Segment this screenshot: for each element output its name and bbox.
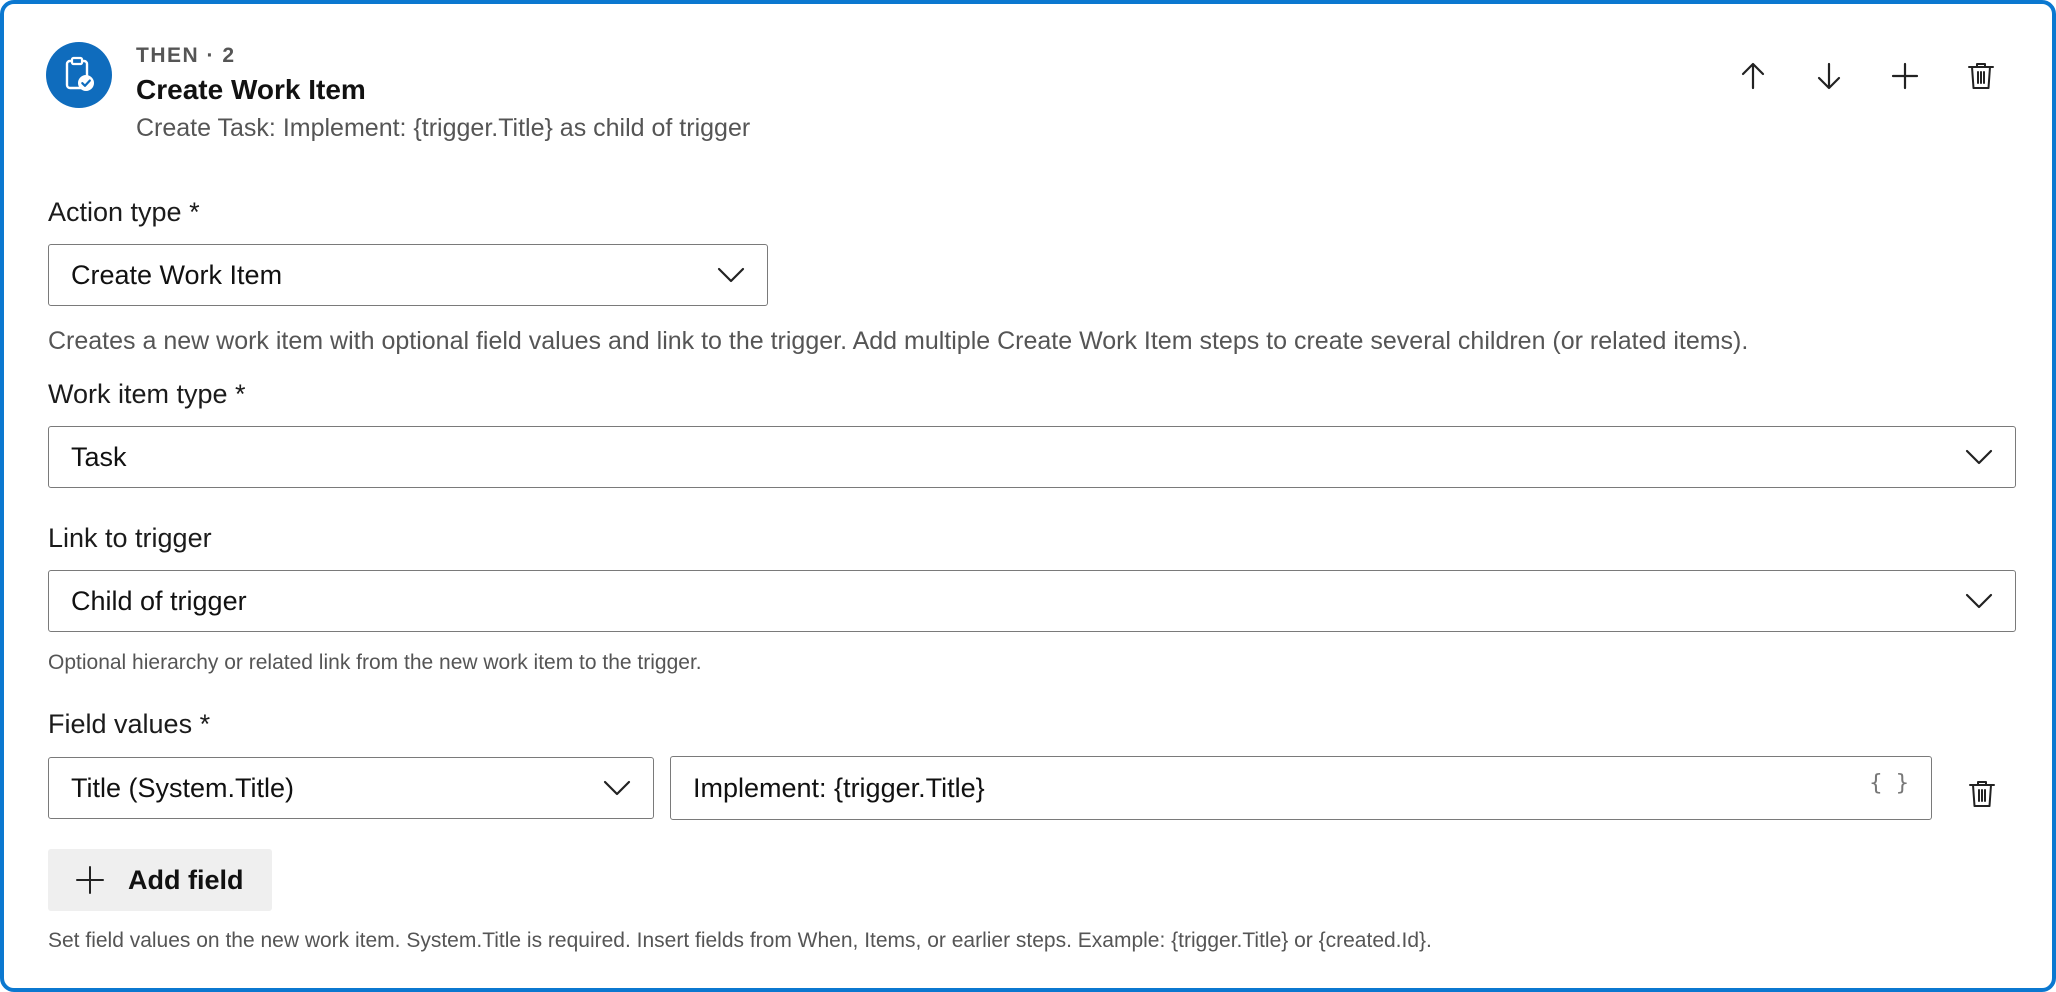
trash-icon: [1969, 781, 1995, 807]
field-values-help: Set field values on the new work item. S…: [48, 929, 1432, 952]
link-to-trigger-label: Link to trigger: [48, 523, 212, 553]
trash-icon: [1968, 63, 1994, 89]
field-value-input[interactable]: Implement: {trigger.Title} { }: [670, 756, 1932, 820]
work-item-type-select[interactable]: Task: [48, 426, 2016, 488]
action-type-help: Creates a new work item with optional fi…: [48, 327, 1749, 355]
add-field-button[interactable]: Add field: [48, 849, 272, 911]
action-type-select[interactable]: Create Work Item: [48, 244, 768, 306]
link-to-trigger-select[interactable]: Child of trigger: [48, 570, 2016, 632]
plus-icon: [1891, 62, 1919, 90]
step-label: THEN · 2: [136, 44, 236, 67]
link-to-trigger-help: Optional hierarchy or related link from …: [48, 651, 702, 674]
then-step-card: THEN · 2 Create Work Item Create Task: I…: [0, 0, 2056, 992]
add-step-button[interactable]: [1885, 56, 1925, 96]
plus-icon: [76, 866, 104, 894]
field-name-value: Title (System.Title): [71, 772, 295, 803]
insert-token-button[interactable]: { }: [1869, 771, 1909, 796]
move-up-button[interactable]: [1733, 56, 1773, 96]
move-down-button[interactable]: [1809, 56, 1849, 96]
chevron-down-icon: [603, 780, 631, 796]
chevron-down-icon: [1965, 449, 1993, 465]
chevron-down-icon: [717, 267, 745, 283]
chevron-down-icon: [1965, 593, 1993, 609]
arrow-down-icon: [1817, 62, 1841, 90]
clipboard-check-icon: [46, 42, 112, 108]
arrow-up-icon: [1741, 62, 1765, 90]
delete-field-row-button[interactable]: [1962, 774, 2002, 814]
action-type-value: Create Work Item: [71, 259, 283, 290]
step-title: Create Work Item: [136, 74, 366, 105]
action-type-label: Action type *: [48, 197, 200, 227]
work-item-type-value: Task: [71, 441, 127, 472]
field-value-text: Implement: {trigger.Title}: [693, 772, 985, 803]
step-summary: Create Task: Implement: {trigger.Title} …: [136, 114, 751, 142]
delete-step-button[interactable]: [1961, 56, 2001, 96]
field-values-label: Field values *: [48, 709, 211, 739]
work-item-type-label: Work item type *: [48, 379, 246, 409]
field-name-select[interactable]: Title (System.Title): [48, 757, 654, 819]
link-to-trigger-value: Child of trigger: [71, 585, 247, 616]
add-field-label: Add field: [128, 864, 244, 895]
